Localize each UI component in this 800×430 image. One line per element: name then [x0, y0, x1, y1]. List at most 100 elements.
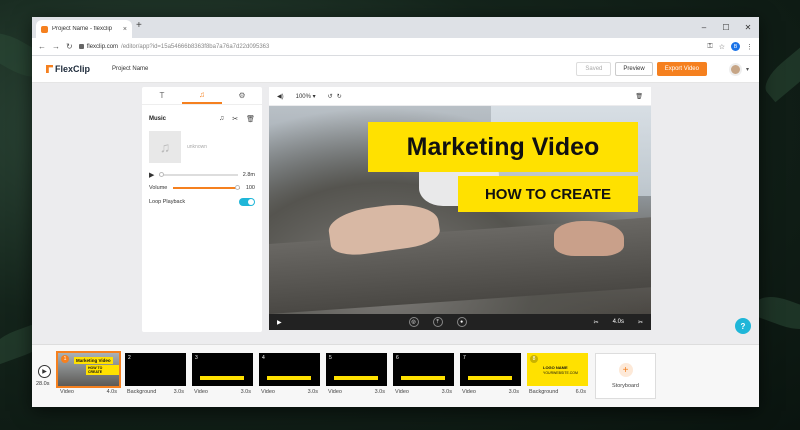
- flexclip-logo[interactable]: FlexClip: [46, 64, 90, 74]
- profile-avatar[interactable]: B: [731, 42, 740, 51]
- new-tab-button[interactable]: +: [136, 20, 142, 31]
- video-title: Marketing Video: [406, 132, 600, 161]
- total-duration: 28.0s: [36, 381, 50, 387]
- timeline-clip[interactable]: 4 Video 3.0s: [259, 353, 320, 401]
- microphone-icon[interactable]: ●: [456, 317, 467, 327]
- title-bar: Project Name - flexclip × + – ☐ ✕: [32, 17, 759, 38]
- key-icon[interactable]: ⚿: [707, 43, 712, 51]
- clip-number: 2: [128, 355, 131, 361]
- scissors-icon[interactable]: ✂: [232, 115, 238, 123]
- music-name: unknown: [187, 144, 208, 150]
- minimize-button[interactable]: –: [693, 17, 715, 38]
- back-arrow-icon[interactable]: ←: [38, 42, 46, 51]
- stage-toolbar: ◀) 100% ▾ ↺ ↻ 🗑: [269, 87, 651, 105]
- volume-label: Volume: [149, 185, 168, 191]
- tab-close-icon[interactable]: ×: [123, 26, 127, 33]
- clip-type: Video: [194, 389, 208, 395]
- chevron-down-icon[interactable]: ▾: [746, 66, 749, 73]
- clip-duration: 3.0s: [508, 389, 519, 395]
- clip-number: 7: [463, 355, 466, 361]
- loop-playback-toggle[interactable]: [239, 198, 255, 206]
- music-progress-slider[interactable]: [159, 172, 238, 177]
- video-subtitle: HOW TO CREATE: [484, 185, 612, 203]
- music-duration: 2.8m: [242, 172, 255, 178]
- close-window-button[interactable]: ✕: [737, 17, 759, 38]
- upload-icon[interactable]: ⤒: [432, 317, 443, 327]
- zoom-dropdown[interactable]: 100% ▾: [296, 93, 316, 100]
- clip-duration: 6.0s: [575, 389, 586, 395]
- browser-window: Project Name - flexclip × + – ☐ ✕ ← → ↻ …: [32, 17, 759, 407]
- menu-kebab-icon[interactable]: ⋮: [746, 43, 753, 51]
- flexclip-favicon-icon: [41, 25, 48, 33]
- timeline-clip[interactable]: 2 Background 3.0s: [125, 353, 186, 401]
- tab-title: Project Name - flexclip: [52, 26, 113, 32]
- play-icon: ▶: [42, 369, 47, 375]
- app-header: FlexClip Project Name Saved Preview Expo…: [32, 56, 759, 83]
- trash-icon[interactable]: 🗑: [246, 115, 255, 123]
- globe-icon[interactable]: ◎: [408, 317, 419, 327]
- logo-text: FlexClip: [55, 64, 91, 74]
- tab-text[interactable]: T: [142, 87, 182, 104]
- replace-music-icon[interactable]: ♫: [219, 115, 224, 123]
- forward-arrow-icon[interactable]: →: [52, 42, 60, 51]
- browser-tab[interactable]: Project Name - flexclip ×: [36, 20, 132, 38]
- subtitle-text-box[interactable]: HOW TO CREATE: [458, 176, 638, 212]
- timeline-clip[interactable]: 1 Marketing Video HOW TO CREATE Video 4.0…: [56, 351, 121, 401]
- reload-icon[interactable]: ↻: [66, 42, 73, 51]
- clip-duration[interactable]: 4.0s: [613, 319, 624, 325]
- export-video-button[interactable]: Export Video: [656, 62, 707, 76]
- speaker-icon[interactable]: ◀): [277, 93, 284, 100]
- help-button[interactable]: ?: [735, 318, 751, 334]
- maximize-button[interactable]: ☐: [715, 17, 737, 38]
- clip-number: 5: [329, 355, 332, 361]
- clip-caption-bar: [468, 376, 512, 380]
- title-text-box[interactable]: Marketing Video: [368, 122, 638, 172]
- url-field[interactable]: flexclip.com/editor/app?id=15a54666b8363…: [78, 43, 702, 50]
- clip-type: Background: [529, 389, 559, 395]
- clip-type: Video: [328, 389, 342, 395]
- clip-duration: 3.0s: [374, 389, 385, 395]
- video-preview[interactable]: Marketing Video HOW TO CREATE: [269, 106, 651, 314]
- music-note-icon: ♫: [159, 139, 171, 155]
- stage-controls: ▶ ◎ ⤒ ● ✂ 4.0s ✂: [269, 314, 651, 330]
- play-music-icon[interactable]: ▶: [149, 171, 154, 179]
- clip-caption-bar: [200, 376, 244, 380]
- music-section-title: Music: [149, 116, 167, 122]
- background-leaf: [752, 290, 800, 336]
- play-all-button[interactable]: ▶: [38, 365, 51, 378]
- star-icon[interactable]: ☆: [719, 43, 725, 51]
- saved-button: Saved: [576, 62, 612, 76]
- user-avatar[interactable]: [728, 62, 742, 76]
- preview-button[interactable]: Preview: [615, 62, 653, 76]
- timeline-clip[interactable]: 3 Video 3.0s: [192, 353, 253, 401]
- timeline-clip[interactable]: 5 Video 3.0s: [326, 353, 387, 401]
- timeline-clip[interactable]: 6 Video 3.0s: [393, 353, 454, 401]
- project-name[interactable]: Project Name: [112, 66, 148, 72]
- tab-music[interactable]: ♫: [182, 87, 222, 104]
- play-icon[interactable]: ▶: [277, 319, 282, 326]
- clip-duration: 3.0s: [307, 389, 318, 395]
- clip-duration: 3.0s: [240, 389, 251, 395]
- music-thumbnail: ♫: [149, 131, 181, 163]
- clip-duration: 3.0s: [173, 389, 184, 395]
- storyboard-button[interactable]: + Storyboard: [595, 353, 656, 399]
- clip-type: Video: [261, 389, 275, 395]
- clip-logo-url: YOURWEBSITE.COM: [543, 371, 578, 375]
- tab-settings[interactable]: ⚙: [222, 87, 262, 104]
- undo-icon[interactable]: ↺: [328, 93, 333, 100]
- timeline-clip[interactable]: 8 LOGO NAME YOURWEBSITE.COM Background 6.…: [527, 353, 588, 401]
- plus-icon: +: [618, 363, 633, 377]
- volume-slider[interactable]: [173, 185, 240, 190]
- clip-duration: 3.0s: [441, 389, 452, 395]
- url-path: /editor/app?id=15a54666b8363f8ba7a76a7d2…: [121, 43, 270, 50]
- scissors-icon[interactable]: ✂: [594, 319, 599, 326]
- clip-number: 3: [195, 355, 198, 361]
- trash-icon[interactable]: 🗑: [635, 93, 643, 100]
- cut-icon[interactable]: ✂: [638, 319, 643, 326]
- clip-caption-bar: [401, 376, 445, 380]
- clip-number: 6: [396, 355, 399, 361]
- clip-number: 8: [530, 355, 538, 363]
- clip-type: Video: [60, 389, 74, 395]
- redo-icon[interactable]: ↻: [337, 93, 342, 100]
- timeline-clip[interactable]: 7 Video 3.0s: [460, 353, 521, 401]
